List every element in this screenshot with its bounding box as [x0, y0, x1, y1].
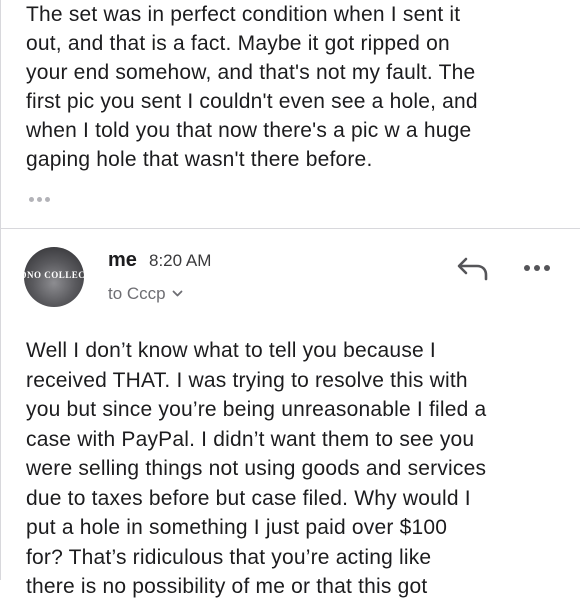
message-body-line: case with PayPal. I didn’t want them to …	[26, 427, 475, 451]
recipient-details[interactable]: to Cccp	[108, 284, 183, 304]
message-body-line: due to taxes before but case filed. Why …	[26, 486, 471, 510]
message-time: 8:20 AM	[149, 251, 212, 270]
message-body-line: put a hole in something I just paid over…	[26, 516, 448, 539]
reply-button[interactable]	[456, 255, 490, 283]
previous-message-line: out, and that is a fact. Maybe it got ri…	[26, 32, 450, 55]
message-body-line: were selling things not using goods and …	[26, 457, 487, 480]
previous-message-line: The set was in perfect condition when I …	[26, 3, 461, 26]
message-body-line: for? That’s ridiculous that you’re actin…	[26, 545, 432, 569]
chevron-down-icon	[172, 290, 183, 298]
message-body: Well I don’t know what to tell you becau…	[26, 336, 571, 602]
previous-message-line: first pic you sent I couldn't even see a…	[26, 90, 478, 113]
dot	[44, 196, 50, 202]
message-body-line: received THAT. I was trying to resolve t…	[26, 368, 468, 392]
recipient-label: to Cccp	[108, 284, 166, 303]
dot	[28, 196, 34, 202]
previous-message-line: gaping hole that wasn't there before.	[26, 148, 373, 171]
sender-name: me	[108, 249, 137, 271]
previous-message-line: when I told you that now there's a pic w…	[26, 119, 472, 142]
message-divider	[0, 228, 580, 229]
more-options-button[interactable]	[522, 260, 552, 276]
thread-left-border	[0, 0, 1, 580]
show-trimmed-content-ellipsis-icon[interactable]	[26, 192, 52, 206]
previous-message-line: your end somehow, and that's not my faul…	[26, 61, 476, 84]
message-body-line: you but since you’re being unreasonable …	[26, 398, 487, 421]
avatar-text: DNO COLLECTIV	[24, 270, 84, 280]
dot	[36, 196, 42, 202]
previous-message-body: The set was in perfect condition when I …	[26, 0, 571, 174]
reply-arrow-icon	[457, 257, 488, 281]
more-horizontal-icon	[524, 265, 550, 271]
avatar[interactable]: DNO COLLECTIV	[24, 247, 84, 307]
message-body-line: there is no possibility of me or that th…	[26, 575, 428, 598]
message-body-line: Well I don’t know what to tell you becau…	[26, 339, 436, 362]
